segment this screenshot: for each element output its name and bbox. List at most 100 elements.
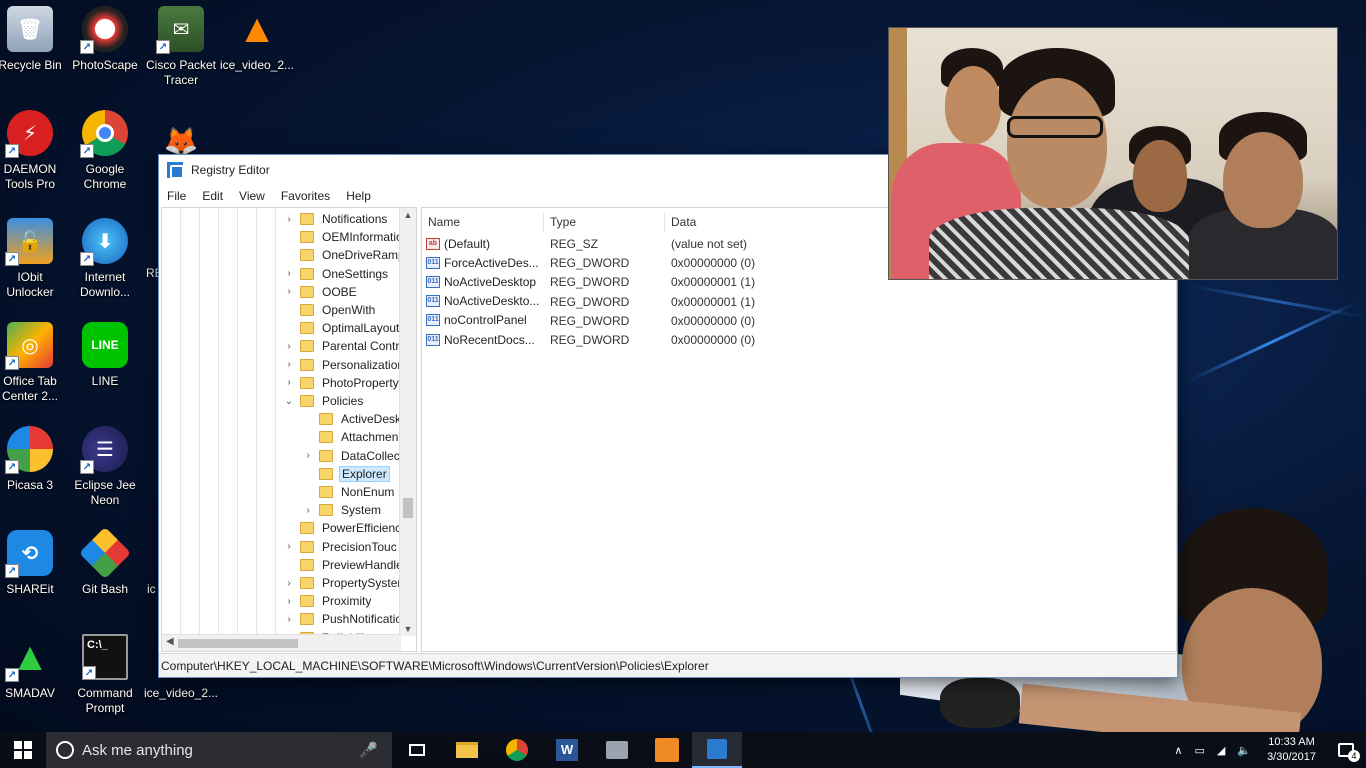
scroll-down-icon[interactable]: ▼ xyxy=(400,624,416,634)
expand-chevron-icon[interactable]: › xyxy=(282,341,296,352)
tree-key-openwith[interactable]: OpenWith xyxy=(282,301,377,319)
expand-chevron-icon[interactable]: › xyxy=(282,596,296,607)
desktop-icon-cmd[interactable]: C:\_ ↗ Command Prompt xyxy=(67,634,143,716)
desktop-icon-cisco[interactable]: ✉ ↗ Cisco Packet Tracer xyxy=(143,6,219,88)
column-header-type[interactable]: Type xyxy=(544,212,665,232)
show-hidden-icons-icon[interactable]: ∧ xyxy=(1168,744,1188,757)
volume-icon[interactable]: 🔈 xyxy=(1231,744,1257,757)
tree-key-photoproperty[interactable]: › PhotoProperty xyxy=(282,374,401,392)
desktop-icon-photoscape[interactable]: ↗ PhotoScape xyxy=(67,6,143,73)
desktop-icon-gitbash[interactable]: Git Bash xyxy=(67,526,143,597)
tree-key-datacollec[interactable]: › DataCollec xyxy=(301,447,402,465)
desktop-icon-iobit[interactable]: 🔓 ↗ IObit Unlocker xyxy=(0,218,68,300)
tree-key-policies[interactable]: ⌄ Policies xyxy=(282,392,365,410)
system-tray: ∧ ▭ ◢ 🔈 10:33 AM 3/30/2017 4 xyxy=(1168,732,1366,768)
tree-key-explorer[interactable]: Explorer xyxy=(301,465,390,483)
iobit-unlocker-icon: 🔓 ↗ xyxy=(5,218,53,266)
tree-key-proximity[interactable]: › Proximity xyxy=(282,592,373,610)
desktop-icon-chrome[interactable]: ↗ Google Chrome xyxy=(67,110,143,192)
taskbar-file-explorer[interactable] xyxy=(442,732,492,768)
microphone-icon[interactable]: 🎤 xyxy=(359,741,378,759)
desktop-icon-shareit[interactable]: ⟲ ↗ SHAREit xyxy=(0,530,68,597)
tree-key-activedesk[interactable]: ActiveDesk xyxy=(301,410,403,428)
tree-key-powerefficienc[interactable]: PowerEfficienc xyxy=(282,519,403,537)
key-tree-pane[interactable]: › Notifications OEMInformatio OneDriveRamp ›… xyxy=(161,207,417,652)
wifi-icon[interactable]: ◢ xyxy=(1211,744,1231,757)
column-header-name[interactable]: Name xyxy=(422,212,544,232)
start-button[interactable] xyxy=(0,732,46,768)
tree-vertical-scrollbar[interactable]: ▲ ▼ xyxy=(399,208,416,636)
value-row[interactable]: 011 NoActiveDeskto... xyxy=(426,292,539,311)
tree-key-notifications[interactable]: › Notifications xyxy=(282,210,389,228)
desktop-icon-smadav[interactable]: ▲ ↗ SMADAV xyxy=(0,634,68,701)
tree-key-oeminformatio[interactable]: OEMInformatio xyxy=(282,228,405,246)
taskbar-chrome[interactable] xyxy=(492,732,542,768)
expand-chevron-icon[interactable]: › xyxy=(282,359,296,370)
expand-chevron-icon[interactable]: › xyxy=(282,286,296,297)
value-row[interactable]: ab (Default) xyxy=(426,234,490,253)
menu-favorites[interactable]: Favorites xyxy=(281,189,330,203)
clock-time: 10:33 AM xyxy=(1268,736,1315,748)
menu-edit[interactable]: Edit xyxy=(202,189,223,203)
value-type: REG_DWORD xyxy=(550,294,630,309)
tree-key-label: Personalization xyxy=(322,357,405,372)
menu-file[interactable]: File xyxy=(167,189,186,203)
value-row[interactable]: 011 NoActiveDesktop xyxy=(426,272,536,291)
clock[interactable]: 10:33 AM 3/30/2017 xyxy=(1257,735,1326,765)
action-center-button[interactable]: 4 xyxy=(1326,732,1366,768)
taskbar-registry-editor[interactable] xyxy=(692,732,742,768)
tree-key-onesettings[interactable]: › OneSettings xyxy=(282,265,390,283)
tree-key-system[interactable]: › System xyxy=(301,501,383,519)
expand-chevron-icon[interactable]: › xyxy=(282,377,296,388)
tree-key-optimallayout[interactable]: OptimalLayout xyxy=(282,319,401,337)
task-view-button[interactable] xyxy=(392,732,442,768)
value-row[interactable]: 011 ForceActiveDes... xyxy=(426,253,539,272)
tree-key-label: Parental Contr xyxy=(322,339,400,354)
scroll-thumb[interactable] xyxy=(178,639,298,648)
tree-key-nonenum[interactable]: NonEnum xyxy=(301,483,396,501)
tree-key-previewhandle[interactable]: PreviewHandle xyxy=(282,556,405,574)
photo-racket xyxy=(940,678,1020,728)
desktop-icon-recycle-bin[interactable]: 🗑 Recycle Bin xyxy=(0,6,68,73)
tree-key-parental-contr[interactable]: › Parental Contr xyxy=(282,337,401,355)
cortana-search-box[interactable]: Ask me anything 🎤 xyxy=(46,732,392,768)
desktop-icon-idm[interactable]: ⬇ ↗ Internet Downlo... xyxy=(67,218,143,300)
webcam-person-shirt xyxy=(929,208,1189,279)
desktop-icon-picasa[interactable]: ↗ Picasa 3 xyxy=(0,426,68,493)
value-data: (value not set) xyxy=(671,237,748,251)
menu-view[interactable]: View xyxy=(239,189,265,203)
scroll-left-icon[interactable]: ◀ xyxy=(166,636,174,647)
expand-chevron-icon[interactable]: › xyxy=(282,541,296,552)
collapse-chevron-icon[interactable]: ⌄ xyxy=(282,396,296,407)
tree-key-onedriveramp[interactable]: OneDriveRamp xyxy=(282,246,407,264)
menu-help[interactable]: Help xyxy=(346,189,371,203)
tree-key-attachmen[interactable]: Attachmen xyxy=(301,428,400,446)
scroll-thumb[interactable] xyxy=(403,498,413,518)
expand-chevron-icon[interactable]: › xyxy=(282,214,296,225)
taskbar-app[interactable] xyxy=(592,732,642,768)
value-row[interactable]: 011 noControlPanel xyxy=(426,311,527,330)
tree-key-pushnotificatic[interactable]: › PushNotificatic xyxy=(282,610,403,628)
desktop-icon-eclipse[interactable]: ☰ ↗ Eclipse Jee Neon xyxy=(67,426,143,508)
expand-chevron-icon[interactable]: › xyxy=(282,614,296,625)
tree-key-oobe[interactable]: › OOBE xyxy=(282,283,359,301)
desktop-icon-daemon[interactable]: ⚡ ↗ DAEMON Tools Pro xyxy=(0,110,68,192)
expand-chevron-icon[interactable]: › xyxy=(282,578,296,589)
office-tab-icon: ◎ ↗ xyxy=(5,322,53,370)
cisco-packet-tracer-icon: ✉ ↗ xyxy=(156,6,204,54)
desktop-icon-line[interactable]: LINE LINE xyxy=(67,322,143,389)
taskbar-word[interactable]: W xyxy=(542,732,592,768)
taskbar-recorder[interactable] xyxy=(642,732,692,768)
tree-key-propertysyster[interactable]: › PropertySyster xyxy=(282,574,403,592)
scroll-up-icon[interactable]: ▲ xyxy=(400,210,416,220)
value-row[interactable]: 011 NoRecentDocs... xyxy=(426,330,535,349)
battery-icon[interactable]: ▭ xyxy=(1188,744,1210,757)
expand-chevron-icon[interactable]: › xyxy=(301,505,315,516)
expand-chevron-icon[interactable]: › xyxy=(282,268,296,279)
expand-chevron-icon[interactable]: › xyxy=(301,450,315,461)
tree-key-precisiontouc[interactable]: › PrecisionTouc xyxy=(282,538,399,556)
desktop-icon-officetab[interactable]: ◎ ↗ Office Tab Center 2... xyxy=(0,322,68,404)
tree-key-personalization[interactable]: › Personalization xyxy=(282,356,406,374)
tree-horizontal-scrollbar[interactable]: ◀ xyxy=(162,634,401,651)
desktop-icon-vlc[interactable]: ▲ ice_video_2... xyxy=(219,6,295,73)
